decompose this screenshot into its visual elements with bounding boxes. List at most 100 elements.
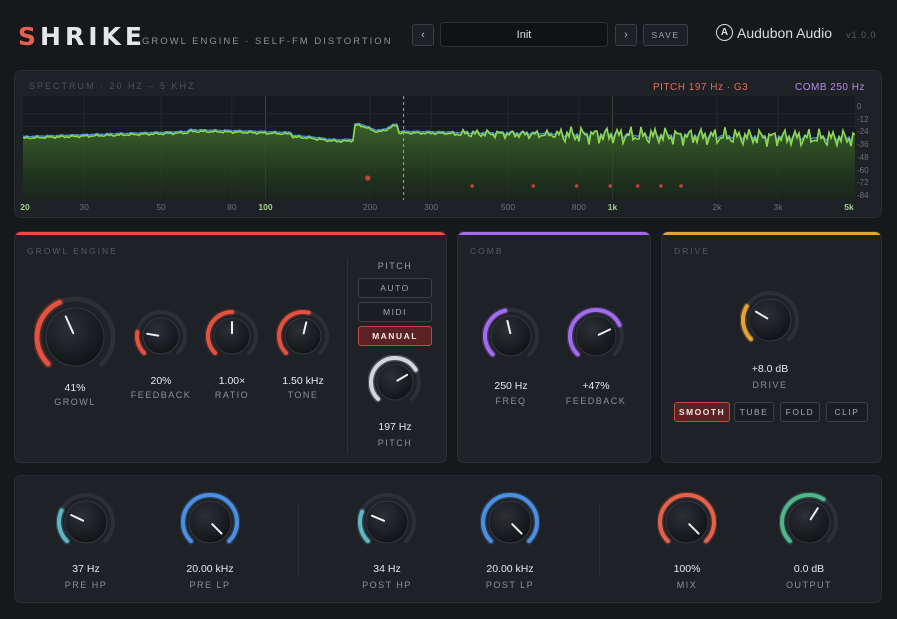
post-lp-label: POST LP bbox=[485, 580, 535, 590]
hz-tick-label: 50 bbox=[156, 202, 166, 212]
db-tick-label: -84 bbox=[857, 191, 869, 200]
pre-hp-value: 37 Hz bbox=[72, 563, 100, 575]
db-tick-label: -24 bbox=[857, 127, 869, 137]
output-value: 0.0 dB bbox=[793, 563, 825, 575]
pitch-readout: PITCH 197 Hz · G3 bbox=[653, 82, 749, 93]
comb-feedback-knob[interactable] bbox=[567, 307, 625, 365]
freq-knob[interactable] bbox=[482, 307, 540, 365]
pre-hp-label: PRE HP bbox=[64, 580, 108, 590]
comb-title: COMB bbox=[470, 246, 504, 256]
comb-readout: COMB 250 Hz bbox=[795, 82, 865, 93]
pitch-mode-auto-button[interactable]: AUTO bbox=[358, 278, 432, 298]
version: v1.0.0 bbox=[846, 30, 877, 40]
pitch-mode-midi-button[interactable]: MIDI bbox=[358, 302, 432, 322]
output-knob[interactable] bbox=[779, 492, 839, 552]
post-hp-value: 34 Hz bbox=[373, 563, 401, 575]
post-hp-label: POST HP bbox=[362, 580, 412, 590]
save-button[interactable]: SAVE bbox=[643, 24, 688, 46]
brand: A Audubon Audio bbox=[716, 24, 832, 41]
hz-tick-label: 100 bbox=[258, 202, 273, 212]
comb-accent-bar bbox=[458, 232, 650, 235]
pitch-label: PITCH bbox=[377, 438, 413, 448]
db-tick-label: -36 bbox=[857, 140, 869, 150]
drive-accent-bar bbox=[662, 232, 881, 235]
feedback-value: 20% bbox=[150, 375, 172, 387]
spectrum-graph bbox=[23, 96, 855, 200]
comb-feedback-label: FEEDBACK bbox=[565, 396, 627, 406]
hz-tick-label: 800 bbox=[571, 202, 586, 212]
hz-tick-label: 20 bbox=[20, 202, 30, 212]
pre-lp-value: 20.00 kHz bbox=[186, 563, 234, 575]
brand-name: Audubon Audio bbox=[737, 24, 832, 41]
post-hp-knob[interactable] bbox=[357, 492, 417, 552]
feedback-label: FEEDBACK bbox=[130, 390, 192, 400]
drive-mode-clip-button[interactable]: CLIP bbox=[826, 402, 868, 422]
tone-label: TONE bbox=[287, 390, 319, 400]
tone-knob[interactable] bbox=[276, 309, 330, 363]
growl-value: 41% bbox=[64, 382, 86, 394]
db-tick-label: -12 bbox=[857, 114, 869, 124]
spectrum-label: SPECTRUM · 20 HZ – 5 KHZ bbox=[29, 81, 196, 91]
hz-tick-label: 2k bbox=[712, 202, 722, 212]
pre-lp-knob[interactable] bbox=[180, 492, 240, 552]
drive-mode-tube-button[interactable]: TUBE bbox=[734, 402, 774, 422]
drive-title: DRIVE bbox=[674, 246, 710, 256]
pitch-value: 197 Hz bbox=[378, 421, 412, 433]
post-lp-value: 20.00 kHz bbox=[486, 563, 534, 575]
pitch-heading: PITCH bbox=[377, 261, 413, 271]
logo-accent: S bbox=[18, 22, 41, 51]
comb-panel: COMB 250 Hz FREQ +47% FEEDBACK bbox=[457, 231, 651, 463]
hz-tick-label: 500 bbox=[500, 202, 516, 212]
mix-knob[interactable] bbox=[657, 492, 717, 552]
hz-tick-label: 30 bbox=[79, 202, 89, 212]
drive-panel: DRIVE +8.0 dB DRIVE SMOOTH TUBE FOLD CLIP bbox=[661, 231, 882, 463]
growl-label: GROWL bbox=[54, 397, 96, 407]
freq-label: FREQ bbox=[495, 396, 527, 406]
hz-tick-label: 1k bbox=[607, 202, 618, 212]
ratio-knob[interactable] bbox=[205, 309, 259, 363]
freq-value: 250 Hz bbox=[494, 380, 528, 392]
next-preset-button[interactable]: › bbox=[615, 24, 637, 46]
pre-hp-knob[interactable] bbox=[56, 492, 116, 552]
hz-tick-label: 5k bbox=[844, 202, 854, 212]
io-divider-1 bbox=[298, 504, 299, 576]
logo-text: HRIKE bbox=[40, 22, 146, 51]
pre-lp-label: PRE LP bbox=[189, 580, 231, 590]
mix-value: 100% bbox=[673, 563, 701, 575]
drive-knob[interactable] bbox=[740, 290, 800, 350]
hz-tick-label: 200 bbox=[362, 202, 378, 212]
pitch-knob[interactable] bbox=[368, 355, 422, 409]
ratio-label: RATIO bbox=[214, 390, 250, 400]
logo: SHRIKE bbox=[18, 22, 146, 51]
drive-mode-fold-button[interactable]: FOLD bbox=[780, 402, 820, 422]
io-panel: 37 Hz PRE HP 20.00 kHz PRE LP 34 Hz POST HP 20… bbox=[14, 475, 882, 603]
feedback-knob[interactable] bbox=[134, 309, 188, 363]
db-tick-label: -72 bbox=[857, 178, 869, 188]
db-tick-label: 0 bbox=[857, 102, 862, 111]
subtitle: GROWL ENGINE · SELF-FM DISTORTION bbox=[142, 36, 393, 47]
prev-preset-button[interactable]: ‹ bbox=[412, 24, 434, 46]
drive-mode-smooth-button[interactable]: SMOOTH bbox=[674, 402, 730, 422]
output-label: OUTPUT bbox=[786, 580, 832, 590]
spectrum-panel: SPECTRUM · 20 HZ – 5 KHZ PITCH 197 Hz · … bbox=[14, 70, 882, 218]
hz-tick-label: 300 bbox=[423, 202, 439, 212]
drive-label: DRIVE bbox=[752, 380, 788, 390]
db-scale: 0 -12 -24 -36 -48 -60 -72 -84 bbox=[857, 79, 881, 209]
hz-tick-label: 3k bbox=[773, 202, 783, 212]
tone-value: 1.50 kHz bbox=[282, 375, 324, 387]
db-tick-label: -60 bbox=[857, 165, 869, 175]
hz-tick-label: 80 bbox=[227, 202, 237, 212]
db-tick-label: -48 bbox=[857, 152, 869, 162]
growl-knob[interactable] bbox=[34, 296, 116, 378]
brand-logo-icon: A bbox=[716, 24, 733, 41]
pitch-divider bbox=[347, 258, 348, 454]
comb-feedback-value: +47% bbox=[582, 380, 610, 392]
hz-scale: 20 30 50 80 100 200 300 500 800 1k 2k 3k 5k bbox=[15, 202, 883, 216]
growl-accent-bar bbox=[15, 232, 446, 235]
preset-selector[interactable]: Init bbox=[440, 22, 608, 47]
post-lp-knob[interactable] bbox=[480, 492, 540, 552]
pitch-mode-manual-button[interactable]: MANUAL bbox=[358, 326, 432, 346]
growl-engine-title: GROWL ENGINE bbox=[27, 246, 118, 256]
header: SHRIKE GROWL ENGINE · SELF-FM DISTORTION… bbox=[0, 0, 897, 68]
io-divider-2 bbox=[599, 504, 600, 576]
